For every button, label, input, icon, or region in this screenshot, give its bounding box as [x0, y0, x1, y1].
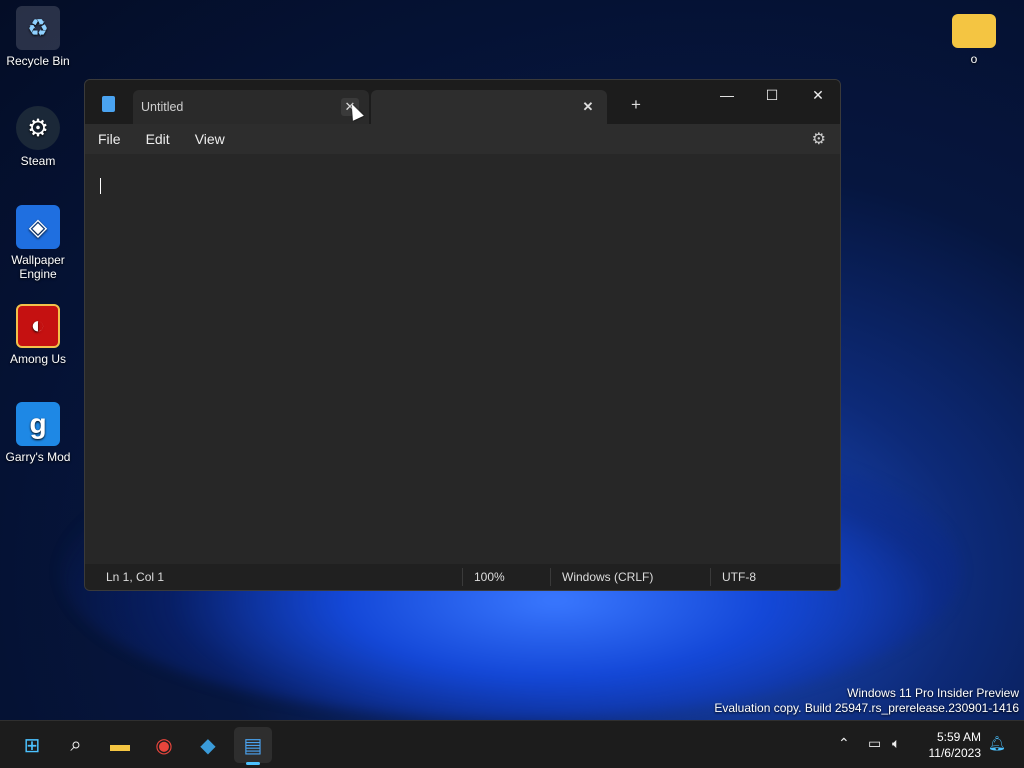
taskbar: ⊞ ⌕ ▬ ◉ ◆ ▤ ⌃ ▭ 🔈︎ 5:59 AM 11/6/2023 🔔︎ [0, 720, 1024, 768]
notepad-window: Untitled ✕ ✕ + — ☐ ✕ File Edit View ⚙ Ln… [84, 79, 841, 591]
desktop-icon-label: o [970, 52, 978, 66]
desktop-icon-label: Recycle Bin [6, 54, 70, 68]
chrome-icon[interactable]: ◉ [145, 727, 183, 763]
steam-icon: ⚙ [16, 106, 60, 150]
desktop-icon-label: Among Us [9, 352, 67, 366]
chevron-up-icon[interactable]: ⌃ [838, 735, 850, 752]
tab-current-document[interactable]: ✕ [371, 90, 607, 124]
status-divider [710, 568, 711, 586]
desktop-icon-wallpaper-engine[interactable]: ◈ Wallpaper Engine [0, 205, 76, 281]
clock-date: 11/6/2023 [928, 746, 982, 760]
menu-file[interactable]: File [98, 131, 121, 147]
network-icon[interactable]: ▭ [868, 735, 881, 752]
minimize-button[interactable]: — [704, 80, 750, 110]
status-encoding[interactable]: UTF-8 [722, 570, 756, 584]
tab-untitled[interactable]: Untitled ✕ [133, 90, 369, 124]
status-divider [550, 568, 551, 586]
notepad-icon[interactable]: ▤ [234, 727, 272, 763]
text-caret [100, 178, 101, 194]
close-window-button[interactable]: ✕ [795, 80, 840, 110]
desktop-icon-among-us[interactable]: ◐ Among Us [0, 304, 76, 366]
notepad-icon [102, 96, 115, 112]
desktop-icon-folder[interactable]: o [936, 8, 1012, 66]
menu-view[interactable]: View [195, 131, 225, 147]
status-bar: Ln 1, Col 1 100% Windows (CRLF) UTF-8 [85, 564, 840, 590]
among-us-icon: ◐ [16, 304, 60, 348]
start-icon[interactable]: ⊞ [13, 727, 51, 763]
folder-icon [952, 14, 996, 48]
desktop-icon-label: Steam [20, 154, 56, 168]
status-line-ending[interactable]: Windows (CRLF) [562, 570, 653, 584]
desktop-icon-recycle-bin[interactable]: ♻ Recycle Bin [0, 6, 76, 68]
status-zoom[interactable]: 100% [474, 570, 505, 584]
active-app-indicator [246, 762, 260, 765]
title-bar[interactable]: Untitled ✕ ✕ + — ☐ ✕ [85, 80, 840, 124]
clock-time: 5:59 AM [936, 730, 981, 744]
tab-label: Untitled [141, 100, 184, 114]
menu-bar: File Edit View ⚙ [85, 124, 840, 154]
app-icon[interactable]: ◆ [189, 727, 227, 763]
wallpaper-engine-icon: ◈ [16, 205, 60, 249]
menu-edit[interactable]: Edit [146, 131, 170, 147]
garrys-mod-icon: g [16, 402, 60, 446]
clock[interactable]: 5:59 AM 11/6/2023 [929, 729, 982, 761]
text-editor[interactable] [85, 154, 840, 566]
status-divider [462, 568, 463, 586]
close-icon[interactable]: ✕ [579, 98, 597, 116]
desktop-icon-label: Wallpaper Engine [11, 253, 65, 281]
settings-gear-icon[interactable]: ⚙ [812, 129, 826, 149]
status-position: Ln 1, Col 1 [106, 570, 165, 584]
maximize-button[interactable]: ☐ [749, 80, 795, 110]
watermark-line: Windows 11 Pro Insider Preview [847, 686, 1019, 700]
recycle-bin-icon: ♻ [16, 6, 60, 50]
new-tab-button[interactable]: + [625, 94, 647, 116]
desktop-icon-steam[interactable]: ⚙ Steam [0, 106, 76, 168]
desktop-icon-label: Garry's Mod [5, 450, 71, 464]
notification-bell-icon[interactable]: 🔔︎ [988, 735, 1006, 752]
volume-icon[interactable]: 🔈︎ [892, 735, 900, 752]
desktop-icon-garrys-mod[interactable]: g Garry's Mod [0, 402, 76, 464]
evaluation-watermark: Windows 11 Pro Insider Preview Evaluatio… [714, 686, 1019, 716]
search-icon[interactable]: ⌕ [57, 727, 95, 763]
file-explorer-icon[interactable]: ▬ [101, 727, 139, 763]
watermark-line: Evaluation copy. Build 25947.rs_prerelea… [714, 701, 1019, 715]
